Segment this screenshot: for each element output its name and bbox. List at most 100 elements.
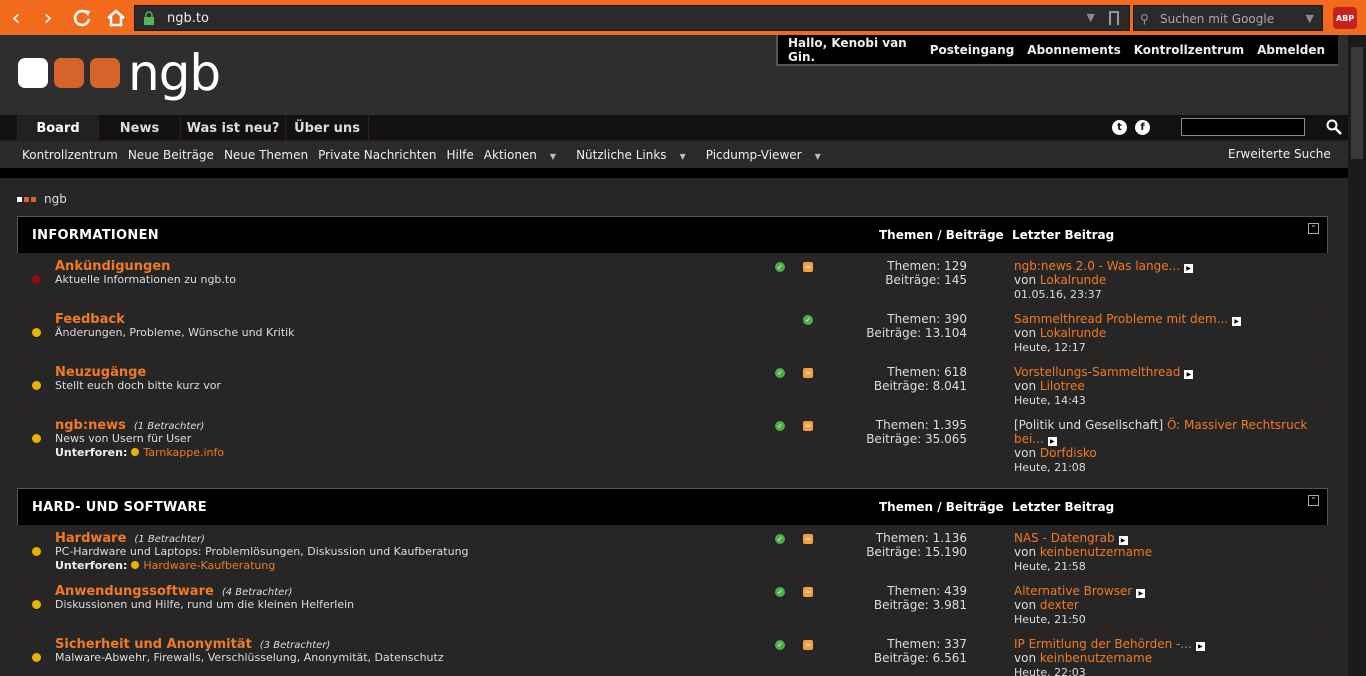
tab-board[interactable]: Board xyxy=(17,115,99,141)
twitter-icon[interactable]: t xyxy=(1112,120,1127,135)
inbox-link[interactable]: Posteingang xyxy=(930,43,1015,57)
chevron-down-icon[interactable]: ▼ xyxy=(1306,12,1314,25)
last-post-author[interactable]: keinbenutzername xyxy=(1040,545,1152,559)
last-post-author[interactable]: Lokalrunde xyxy=(1040,326,1106,340)
rss-icon[interactable]: ≈ xyxy=(803,262,813,272)
sub-nav: Kontrollzentrum Neue Beiträge Neue Theme… xyxy=(0,142,1348,168)
last-post-title[interactable]: Ö: Massiver Rechtsruck xyxy=(1167,418,1307,432)
last-post-author[interactable]: Lilotree xyxy=(1040,379,1085,393)
section-header: INFORMATIONEN Themen / Beiträge Letzter Be… xyxy=(17,216,1328,254)
last-post-date: Heute, 21:58 xyxy=(1014,560,1086,573)
last-post-title[interactable]: NAS - Datengrab xyxy=(1014,531,1115,545)
forum-row: Anwendungssoftware (4 Betrachter) Diskussi… xyxy=(17,578,1328,631)
last-post-author[interactable]: dexter xyxy=(1040,598,1079,612)
reload-icon[interactable] xyxy=(68,4,96,32)
subnav-useful-links[interactable]: Nützliche Links ▼ xyxy=(576,148,696,162)
chevron-down-icon[interactable]: ▼ xyxy=(1087,11,1095,24)
forum-description: Diskussionen und Hilfe, rund um die klei… xyxy=(55,598,355,611)
logout-link[interactable]: Abmelden xyxy=(1257,43,1325,57)
search-icon[interactable] xyxy=(1326,119,1342,135)
advanced-search-link[interactable]: Erweiterte Suche xyxy=(1228,147,1331,161)
site-search-input[interactable] xyxy=(1181,118,1305,136)
last-post-title-cont[interactable]: bei... xyxy=(1014,432,1044,446)
breadcrumb-link[interactable]: ngb xyxy=(44,192,67,206)
forum-title[interactable]: ngb:news (1 Betrachter) xyxy=(55,418,204,433)
address-bar[interactable]: ngb.to ▼ xyxy=(134,5,1130,31)
subnav-help[interactable]: Hilfe xyxy=(446,148,473,162)
page-scrollbar[interactable] xyxy=(1348,35,1366,676)
forum-row: Neuzugänge Stellt euch doch bitte kurz vo… xyxy=(17,359,1328,412)
forum-description: PC-Hardware und Laptops: Problemlösungen… xyxy=(55,545,469,558)
forum-title[interactable]: Ankündigungen xyxy=(55,259,170,274)
rss-icon[interactable]: ≈ xyxy=(803,368,813,378)
forum-title[interactable]: Feedback xyxy=(55,312,125,327)
last-post-date: Heute, 21:50 xyxy=(1014,613,1086,626)
section-title[interactable]: INFORMATIONEN xyxy=(32,228,159,243)
last-post-author[interactable]: Dorfdisko xyxy=(1040,446,1097,460)
column-last-post: Letzter Beitrag xyxy=(1012,500,1115,514)
rss-icon[interactable]: ≈ xyxy=(803,640,813,650)
goto-last-post-icon[interactable]: ▶ xyxy=(1184,264,1194,273)
section-header: HARD- UND SOFTWARE Themen / Beiträge Letzt… xyxy=(17,488,1328,526)
goto-last-post-icon[interactable]: ▶ xyxy=(1232,317,1242,326)
user-menu: Hallo, Kenobi van Gin. Posteingang Abonn… xyxy=(776,35,1338,66)
forum-stats: Themen: 1.136 Beiträge: 15.190 xyxy=(866,531,967,559)
scrollbar-thumb[interactable] xyxy=(1351,47,1363,159)
last-post-title[interactable]: Sammelthread Probleme mit dem... xyxy=(1014,312,1228,326)
forward-icon[interactable]: › xyxy=(34,4,62,32)
last-post-author[interactable]: Lokalrunde xyxy=(1040,273,1106,287)
url-text: ngb.to xyxy=(167,11,209,26)
bookmark-icon[interactable] xyxy=(1109,11,1119,25)
forum-title[interactable]: Hardware (1 Betrachter) xyxy=(55,531,205,546)
subscriptions-link[interactable]: Abonnements xyxy=(1027,43,1120,57)
subnav-actions[interactable]: Aktionen ▼ xyxy=(484,148,566,162)
last-post-title[interactable]: Alternative Browser xyxy=(1014,584,1132,598)
forum-description: Stellt euch doch bitte kurz vor xyxy=(55,379,221,392)
section-title[interactable]: HARD- UND SOFTWARE xyxy=(32,500,207,515)
rss-icon[interactable]: ≈ xyxy=(803,587,813,597)
forum-title[interactable]: Neuzugänge xyxy=(55,365,146,380)
tab-about[interactable]: Über uns xyxy=(286,115,369,141)
subnav-new-posts[interactable]: Neue Beiträge xyxy=(128,148,214,162)
home-icon[interactable] xyxy=(102,4,130,32)
rss-icon[interactable]: ≈ xyxy=(803,421,813,431)
forum-row: Hardware (1 Betrachter) PC-Hardware und La… xyxy=(17,525,1328,578)
forum-title[interactable]: Sicherheit und Anonymität (3 Betrachter) xyxy=(55,637,330,652)
search-icon: ⚲ xyxy=(1140,12,1149,26)
chevron-down-icon: ▼ xyxy=(814,152,821,161)
tab-whats-new[interactable]: Was ist neu? xyxy=(181,115,286,141)
last-post-title[interactable]: ngb:news 2.0 - Was lange... xyxy=(1014,259,1180,273)
last-post-title[interactable]: IP Ermitlung der Behörden -... xyxy=(1014,637,1192,651)
forum-stats: Themen: 439 Beiträge: 3.981 xyxy=(873,584,967,612)
last-post-author[interactable]: keinbenutzername xyxy=(1040,651,1152,665)
forum-description: News von Usern für User xyxy=(55,432,192,445)
site-logo[interactable]: ngb xyxy=(18,48,221,98)
browser-search-input[interactable]: ⚲ Suchen mit Google ▼ xyxy=(1133,5,1323,31)
subforum-link[interactable]: Tarnkappe.info xyxy=(143,446,224,459)
adblock-icon[interactable]: ABP xyxy=(1333,7,1357,29)
column-threads-posts: Themen / Beiträge xyxy=(879,228,1004,242)
collapse-icon[interactable]: ⌃ xyxy=(1308,223,1319,234)
goto-last-post-icon[interactable]: ▶ xyxy=(1118,536,1128,545)
usercp-link[interactable]: Kontrollzentrum xyxy=(1134,43,1244,57)
goto-last-post-icon[interactable]: ▶ xyxy=(1184,370,1194,379)
subforum-link[interactable]: Hardware-Kaufberatung xyxy=(143,559,275,572)
viewer-count: (3 Betrachter) xyxy=(259,640,331,651)
forum-title[interactable]: Anwendungssoftware (4 Betrachter) xyxy=(55,584,292,599)
collapse-icon[interactable]: ⌃ xyxy=(1308,495,1319,506)
facebook-icon[interactable]: f xyxy=(1135,120,1150,135)
subnav-private-messages[interactable]: Private Nachrichten xyxy=(318,148,436,162)
logo-square-white xyxy=(18,58,48,88)
last-post-title[interactable]: Vorstellungs-Sammelthread xyxy=(1014,365,1180,379)
goto-last-post-icon[interactable]: ▶ xyxy=(1195,642,1205,651)
subnav-usercp[interactable]: Kontrollzentrum xyxy=(22,148,118,162)
goto-last-post-icon[interactable]: ▶ xyxy=(1047,437,1057,446)
subnav-picdump-viewer[interactable]: Picdump-Viewer ▼ xyxy=(706,148,831,162)
forum-status-icon xyxy=(32,600,41,609)
tab-news[interactable]: News xyxy=(99,115,181,141)
back-icon[interactable]: ‹ xyxy=(2,4,30,32)
rss-icon[interactable]: ≈ xyxy=(803,534,813,544)
goto-last-post-icon[interactable]: ▶ xyxy=(1136,589,1146,598)
subnav-new-threads[interactable]: Neue Themen xyxy=(224,148,308,162)
check-icon: ✓ xyxy=(803,315,813,325)
